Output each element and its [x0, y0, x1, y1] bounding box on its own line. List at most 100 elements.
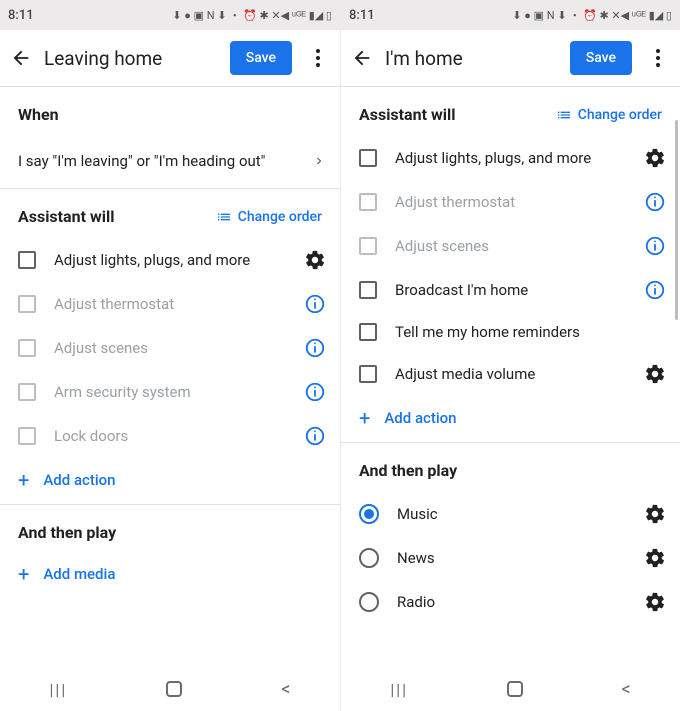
- change-order-button[interactable]: Change order: [216, 209, 322, 225]
- radio[interactable]: [359, 504, 379, 524]
- change-order-label: Change order: [238, 209, 322, 225]
- gear-icon[interactable]: [644, 591, 666, 613]
- item-label: News: [397, 549, 644, 567]
- checkbox[interactable]: [359, 193, 377, 211]
- assistant-list: Adjust lights, plugs, and more Adjust th…: [341, 134, 680, 442]
- list-item: Broadcast I'm home: [341, 268, 680, 312]
- gear-icon[interactable]: [644, 147, 666, 169]
- add-action-button[interactable]: + Add action: [341, 396, 680, 440]
- item-label: Radio: [397, 593, 644, 611]
- list-item: Arm security system: [0, 370, 340, 414]
- checkbox[interactable]: [18, 251, 36, 269]
- back-nav-icon[interactable]: <: [281, 679, 290, 700]
- assistant-heading: Assistant will: [359, 105, 455, 124]
- item-label: Broadcast I'm home: [395, 281, 644, 299]
- back-icon[interactable]: [351, 47, 373, 69]
- radio[interactable]: [359, 592, 379, 612]
- list-item: Adjust thermostat: [341, 180, 680, 224]
- back-icon[interactable]: [10, 47, 32, 69]
- recents-icon[interactable]: |||: [50, 680, 68, 699]
- add-media-label: Add media: [43, 565, 115, 583]
- checkbox[interactable]: [359, 323, 377, 341]
- page-title: I'm home: [385, 47, 570, 70]
- back-nav-icon[interactable]: <: [621, 679, 630, 700]
- android-navbar: ||| <: [0, 667, 340, 711]
- item-label: Tell me my home reminders: [395, 323, 666, 341]
- assistant-heading: Assistant will: [18, 207, 114, 226]
- checkbox[interactable]: [359, 237, 377, 255]
- overflow-menu-icon[interactable]: [306, 49, 330, 67]
- add-action-label: Add action: [384, 409, 456, 427]
- overflow-menu-icon[interactable]: [646, 49, 670, 67]
- list-item: Adjust media volume: [341, 352, 680, 396]
- when-heading: When: [18, 105, 59, 124]
- play-list: Music News Radio: [341, 490, 680, 626]
- save-button[interactable]: Save: [230, 41, 292, 75]
- chevron-right-icon: [312, 154, 326, 168]
- item-label: Adjust lights, plugs, and more: [395, 149, 644, 167]
- list-item: Radio: [341, 580, 680, 624]
- assistant-list: Adjust lights, plugs, and more Adjust th…: [0, 236, 340, 504]
- info-icon[interactable]: [644, 191, 666, 213]
- phone-right: 8:11 ⬇ ● ▣ N ⬇ ・ ⏰ ✱ ✕◀ ᵘᴳᴱ ▮◢ ▯ I'm hom…: [340, 0, 680, 711]
- section-assistant: Assistant will Change order: [0, 189, 340, 236]
- plus-icon: +: [18, 564, 29, 584]
- list-icon: [216, 209, 232, 225]
- list-item: Music: [341, 492, 680, 536]
- status-time: 8:11: [8, 8, 34, 23]
- add-action-button[interactable]: + Add action: [0, 458, 340, 502]
- list-item: Adjust lights, plugs, and more: [341, 136, 680, 180]
- save-button[interactable]: Save: [570, 41, 632, 75]
- checkbox[interactable]: [359, 365, 377, 383]
- list-icon: [556, 107, 572, 123]
- list-item: Lock doors: [0, 414, 340, 458]
- list-item: Adjust scenes: [341, 224, 680, 268]
- list-item: Adjust thermostat: [0, 282, 340, 326]
- info-icon[interactable]: [304, 425, 326, 447]
- item-label: Adjust thermostat: [54, 295, 304, 313]
- add-media-button[interactable]: + Add media: [0, 552, 340, 596]
- home-icon[interactable]: [166, 681, 182, 697]
- status-icons: ⬇ ● ▣ N ⬇ ・ ⏰ ✱ ✕◀ ᵘᴳᴱ ▮◢ ▯: [512, 7, 672, 23]
- recents-icon[interactable]: |||: [390, 680, 408, 699]
- status-bar: 8:11 ⬇ ● ▣ N ⬇ ・ ⏰ ✱ ✕◀ ᵘᴳᴱ ▮◢ ▯: [341, 0, 680, 30]
- checkbox[interactable]: [359, 149, 377, 167]
- checkbox[interactable]: [18, 295, 36, 313]
- gear-icon[interactable]: [644, 363, 666, 385]
- info-icon[interactable]: [304, 337, 326, 359]
- add-action-label: Add action: [43, 471, 115, 489]
- app-bar: Leaving home Save: [0, 30, 340, 86]
- android-navbar: ||| <: [341, 667, 680, 711]
- info-icon[interactable]: [304, 293, 326, 315]
- trigger-row[interactable]: I say "I'm leaving" or "I'm heading out": [0, 134, 340, 188]
- info-icon[interactable]: [304, 381, 326, 403]
- checkbox[interactable]: [18, 383, 36, 401]
- change-order-label: Change order: [578, 107, 662, 123]
- status-icons: ⬇ ● ▣ N ⬇ ・ ⏰ ✱ ✕◀ ᵘᴳᴱ ▮◢ ▯: [172, 7, 332, 23]
- checkbox[interactable]: [359, 281, 377, 299]
- gear-icon[interactable]: [644, 503, 666, 525]
- plus-icon: +: [18, 470, 29, 490]
- plus-icon: +: [359, 408, 370, 428]
- gear-icon[interactable]: [304, 249, 326, 271]
- info-icon[interactable]: [644, 235, 666, 257]
- item-label: Music: [397, 505, 644, 523]
- checkbox[interactable]: [18, 339, 36, 357]
- home-icon[interactable]: [507, 681, 523, 697]
- item-label: Adjust scenes: [54, 339, 304, 357]
- info-icon[interactable]: [644, 279, 666, 301]
- phone-left: 8:11 ⬇ ● ▣ N ⬇ ・ ⏰ ✱ ✕◀ ᵘᴳᴱ ▮◢ ▯ Leaving…: [0, 0, 340, 711]
- list-item: News: [341, 536, 680, 580]
- section-play: And then play: [341, 443, 680, 490]
- scroll-indicator[interactable]: [675, 120, 678, 320]
- radio[interactable]: [359, 548, 379, 568]
- gear-icon[interactable]: [644, 547, 666, 569]
- page-title: Leaving home: [44, 47, 230, 70]
- change-order-button[interactable]: Change order: [556, 107, 662, 123]
- app-bar: I'm home Save: [341, 30, 680, 86]
- checkbox[interactable]: [18, 427, 36, 445]
- item-label: Adjust lights, plugs, and more: [54, 251, 304, 269]
- status-bar: 8:11 ⬇ ● ▣ N ⬇ ・ ⏰ ✱ ✕◀ ᵘᴳᴱ ▮◢ ▯: [0, 0, 340, 30]
- play-heading: And then play: [359, 461, 457, 480]
- item-label: Adjust media volume: [395, 365, 644, 383]
